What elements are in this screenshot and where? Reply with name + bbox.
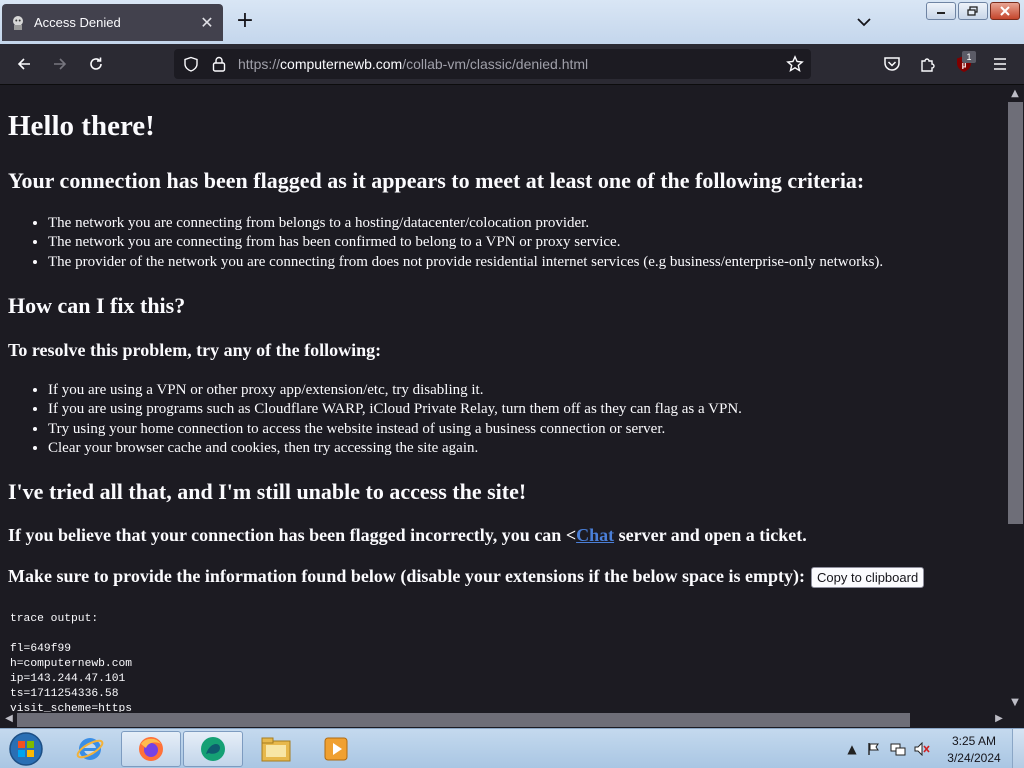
- forward-arrow-icon: [54, 58, 67, 70]
- show-hidden-icons-icon[interactable]: ▲: [844, 741, 860, 757]
- clock-time: 3:25 AM: [951, 734, 997, 748]
- tab-access-denied[interactable]: Access Denied ✕: [2, 4, 223, 41]
- scroll-down-arrow-icon[interactable]: ▼: [1008, 697, 1022, 708]
- chevron-down-icon: [857, 18, 871, 27]
- trace-output: trace output: fl=649f99 h=computernewb.c…: [10, 613, 133, 712]
- pocket-button[interactable]: [880, 52, 904, 76]
- chat-link[interactable]: Chat: [576, 525, 614, 545]
- tab-title: Access Denied: [34, 15, 121, 30]
- bookmark-star-icon[interactable]: [786, 55, 804, 73]
- browser-titlebar: Access Denied ✕ +: [0, 0, 1024, 44]
- horizontal-scroll-thumb[interactable]: [17, 713, 910, 727]
- page-title: Hello there!: [8, 110, 155, 142]
- url-scheme: https://: [238, 56, 281, 72]
- copy-to-clipboard-button[interactable]: Copy to clipboard: [811, 567, 925, 589]
- page-content: Hello there! Your connection has been fl…: [0, 86, 1007, 712]
- vertical-scroll-thumb[interactable]: [1008, 102, 1023, 524]
- extensions-button[interactable]: [916, 52, 940, 76]
- back-arrow-icon: [17, 58, 30, 70]
- tracking-protection-shield-icon[interactable]: [183, 56, 199, 72]
- url-path: /collab-vm/classic/denied.html: [402, 56, 589, 72]
- fix-heading: How can I fix this?: [8, 293, 186, 318]
- app-menu-button[interactable]: [988, 52, 1012, 76]
- scroll-right-arrow-icon[interactable]: ▶: [992, 713, 1006, 724]
- media-player-icon: [324, 737, 348, 761]
- taskbar-chat-app[interactable]: [183, 731, 243, 767]
- site-favicon-icon: [10, 15, 26, 31]
- back-button[interactable]: [12, 52, 36, 76]
- windows-orb-icon: [9, 732, 43, 766]
- folder-icon: [261, 737, 291, 762]
- contact-text-suffix: server and open a ticket.: [614, 525, 807, 545]
- restore-icon: [967, 6, 978, 16]
- url-domain: computernewb.com: [280, 56, 403, 72]
- info-paragraph: Make sure to provide the information fou…: [8, 566, 925, 589]
- contact-text-prefix: If you believe that your connection has …: [8, 525, 577, 545]
- tab-close-icon[interactable]: ✕: [199, 14, 215, 31]
- network-icon[interactable]: [890, 741, 906, 757]
- close-icon: [1000, 6, 1010, 16]
- pocket-icon: [884, 57, 900, 71]
- ublock-blocked-count-badge: 1: [962, 51, 976, 63]
- forward-button[interactable]: [48, 52, 72, 76]
- minimize-button[interactable]: [926, 2, 956, 20]
- chat-bubble-icon: [201, 737, 225, 761]
- start-button[interactable]: [4, 730, 48, 768]
- volume-muted-icon[interactable]: [914, 741, 930, 757]
- list-item: The network you are connecting from has …: [48, 233, 883, 252]
- list-item: Try using your home connection to access…: [48, 420, 742, 439]
- criteria-list: The network you are connecting from belo…: [48, 214, 883, 272]
- windows-taskbar: ▲ 3:25 AM 3/24/2024: [0, 728, 1024, 768]
- reload-icon: [90, 57, 102, 70]
- reload-button[interactable]: [84, 52, 108, 76]
- internet-explorer-icon: [76, 738, 104, 760]
- lock-icon[interactable]: [211, 55, 227, 73]
- taskbar-file-explorer[interactable]: [246, 731, 306, 767]
- navigation-toolbar: https://computernewb.com/collab-vm/class…: [0, 44, 1024, 85]
- fixes-list: If you are using a VPN or other proxy ap…: [48, 381, 742, 458]
- hamburger-menu-icon: [994, 58, 1006, 70]
- taskbar-media-player[interactable]: [306, 731, 366, 767]
- still-unable-heading: I've tried all that, and I'm still unabl…: [8, 479, 527, 504]
- scroll-left-arrow-icon[interactable]: ◀: [2, 713, 16, 724]
- resolve-heading: To resolve this problem, try any of the …: [8, 340, 382, 360]
- url-bar[interactable]: https://computernewb.com/collab-vm/class…: [174, 49, 811, 79]
- close-window-button[interactable]: [990, 2, 1020, 20]
- new-tab-button[interactable]: +: [233, 10, 257, 34]
- restore-button[interactable]: [958, 2, 988, 20]
- firefox-icon: [139, 737, 163, 761]
- info-text: Make sure to provide the information fou…: [8, 566, 806, 586]
- taskbar-firefox[interactable]: [121, 731, 181, 767]
- minimize-icon: [937, 12, 945, 14]
- action-center-flag-icon[interactable]: [866, 741, 882, 757]
- list-item: If you are using a VPN or other proxy ap…: [48, 381, 742, 400]
- url-text[interactable]: https://computernewb.com/collab-vm/class…: [238, 56, 588, 72]
- flagged-heading: Your connection has been flagged as it a…: [8, 168, 865, 193]
- scroll-up-arrow-icon[interactable]: ▲: [1008, 88, 1022, 99]
- puzzle-piece-icon: [921, 58, 935, 72]
- list-all-tabs-button[interactable]: [852, 10, 876, 34]
- list-item: Clear your browser cache and cookies, th…: [48, 439, 742, 458]
- system-clock[interactable]: 3:25 AM 3/24/2024: [944, 734, 1004, 766]
- taskbar-internet-explorer[interactable]: [60, 731, 120, 767]
- contact-paragraph: If you believe that your connection has …: [8, 525, 807, 546]
- list-item: The provider of the network you are conn…: [48, 253, 883, 272]
- list-item: The network you are connecting from belo…: [48, 214, 883, 233]
- clock-date: 3/24/2024: [947, 751, 1001, 765]
- show-desktop-button[interactable]: [1012, 729, 1024, 768]
- list-item: If you are using programs such as Cloudf…: [48, 400, 742, 419]
